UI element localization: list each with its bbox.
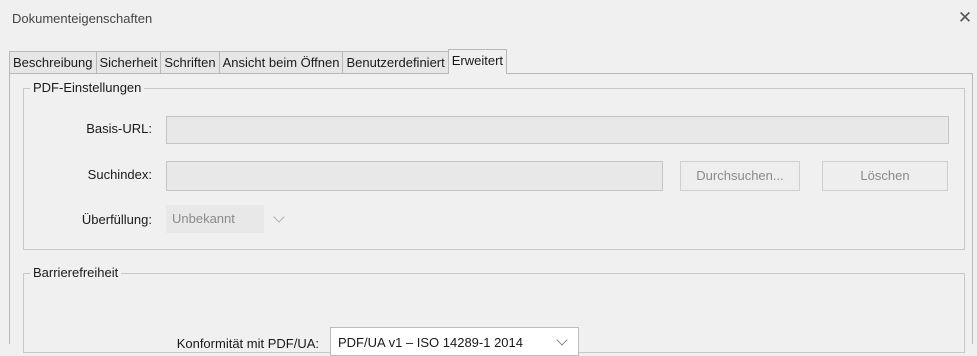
close-icon[interactable]: ✕ bbox=[955, 8, 975, 28]
search-index-label: Suchindex: bbox=[87, 167, 152, 182]
pdf-settings-group: PDF-Einstellungen Basis-URL: Suchindex: … bbox=[23, 80, 965, 250]
accessibility-group: Barrierefreiheit Konformität mit PDF/UA:… bbox=[23, 265, 965, 356]
trapping-select[interactable]: Unbekannt bbox=[166, 205, 287, 233]
browse-button[interactable]: Durchsuchen... bbox=[680, 161, 800, 191]
window-title: Dokumenteigenschaften bbox=[12, 11, 153, 26]
base-url-label: Basis-URL: bbox=[86, 121, 152, 136]
trapping-select-value: Unbekannt bbox=[172, 211, 235, 226]
trapping-label: Überfüllung: bbox=[81, 212, 152, 227]
conformance-select-value: PDF/UA v1 – ISO 14289-1 2014 bbox=[338, 335, 523, 350]
conformance-select[interactable]: PDF/UA v1 – ISO 14289-1 2014 bbox=[330, 327, 579, 356]
title-bar: Dokumenteigenschaften ✕ bbox=[0, 0, 977, 38]
accessibility-legend: Barrierefreiheit bbox=[30, 265, 122, 280]
tab-benutzerdefiniert[interactable]: Benutzerdefiniert bbox=[342, 51, 449, 74]
base-url-input[interactable] bbox=[166, 116, 949, 144]
tab-erweitert[interactable]: Erweitert bbox=[447, 49, 508, 74]
tab-panel-erweitert: PDF-Einstellungen Basis-URL: Suchindex: … bbox=[9, 73, 973, 356]
chevron-down-icon bbox=[273, 211, 285, 223]
tab-ansicht-beim-oeffnen[interactable]: Ansicht beim Öffnen bbox=[218, 51, 344, 74]
tab-sicherheit[interactable]: Sicherheit bbox=[95, 51, 162, 74]
pdf-settings-legend: PDF-Einstellungen bbox=[30, 80, 145, 95]
delete-button[interactable]: Löschen bbox=[822, 161, 948, 191]
tab-beschreibung[interactable]: Beschreibung bbox=[9, 51, 97, 74]
search-index-input[interactable] bbox=[166, 161, 663, 191]
tab-bar: Beschreibung Sicherheit Schriften Ansich… bbox=[9, 49, 508, 74]
tab-schriften[interactable]: Schriften bbox=[160, 51, 220, 74]
